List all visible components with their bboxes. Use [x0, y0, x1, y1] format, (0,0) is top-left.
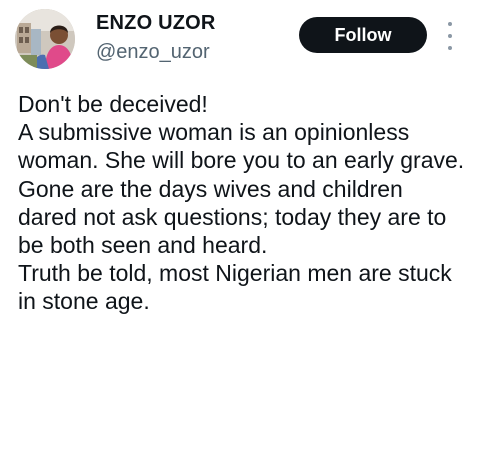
author-display-name[interactable]: ENZO UZOR — [96, 12, 216, 35]
author-handle[interactable]: @enzo_uzor — [96, 41, 210, 64]
profile-photo-icon — [15, 9, 75, 69]
follow-button[interactable]: Follow — [299, 17, 427, 53]
tweet-header: ENZO UZOR @enzo_uzor Follow — [0, 0, 480, 80]
tweet-paragraph: A submissive woman is an opinionless wom… — [18, 119, 465, 174]
dot — [448, 34, 452, 38]
dot — [448, 22, 452, 26]
more-vertical-icon[interactable] — [440, 22, 460, 50]
tweet-paragraph: Gone are the days wives and children dar… — [18, 175, 447, 259]
avatar[interactable] — [15, 9, 75, 69]
tweet-paragraph: Truth be told, most Nigerian men are stu… — [18, 260, 452, 315]
tweet-text: Don't be deceived! A submissive woman is… — [18, 90, 468, 316]
tweet-paragraph: Don't be deceived! — [18, 91, 208, 117]
dot — [448, 46, 452, 50]
